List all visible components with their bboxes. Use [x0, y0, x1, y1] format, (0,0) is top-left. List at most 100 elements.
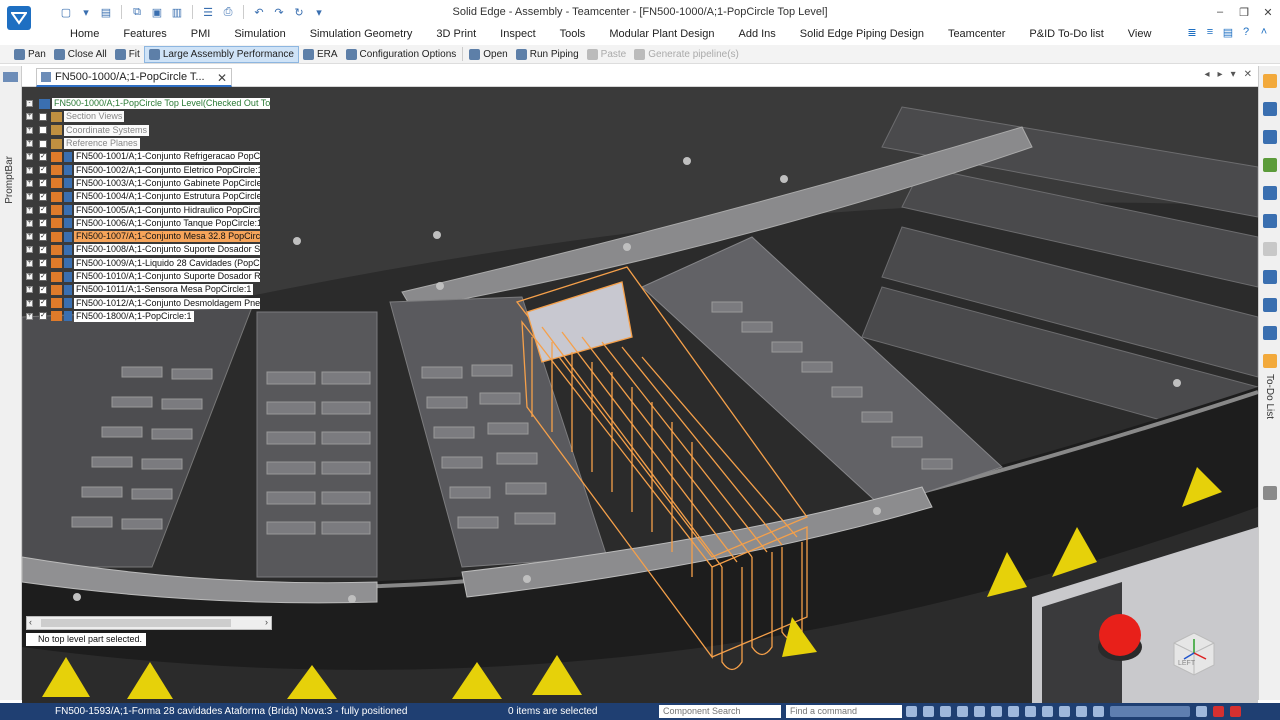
expand-toggle[interactable]: + — [26, 179, 33, 187]
expand-toggle[interactable]: + — [26, 126, 33, 134]
tab-list-icon[interactable]: ▾ — [1231, 69, 1236, 80]
tree-item[interactable]: + ✓ FN500-1011/A;1-Sensora Mesa PopCircle:… — [26, 283, 276, 296]
tree-item[interactable]: + ✓ FN500-1003/A;1-Conjunto Gabinete PopCi… — [26, 177, 276, 190]
expand-toggle[interactable]: + — [26, 233, 33, 241]
zoom-out-icon[interactable] — [1093, 706, 1104, 717]
pan-button[interactable]: Pan — [10, 46, 50, 63]
tab-modular-plant-design[interactable]: Modular Plant Design — [597, 24, 726, 44]
visibility-checkbox[interactable]: ✓ — [39, 206, 47, 215]
tree-item[interactable]: + ✓ FN500-1004/A;1-Conjunto Estrutura PopC… — [26, 190, 276, 203]
document-tab[interactable]: FN500-1000/A;1-PopCircle T... ✕ — [36, 68, 232, 87]
visibility-checkbox[interactable]: ✓ — [39, 259, 47, 268]
piping-panel-icon[interactable] — [1263, 326, 1277, 340]
component-search-input[interactable] — [659, 705, 781, 718]
todo-list-label[interactable]: To-Do List — [1264, 374, 1275, 419]
prompt-bar[interactable]: PromptBar — [0, 66, 22, 700]
tree-item[interactable]: + ✓ FN500-1009/A;1-Liquido 28 Cavidades (P… — [26, 257, 276, 270]
tree-item[interactable]: + ✓ FN500-1002/A;1-Conjunto Eletrico PopCi… — [26, 163, 276, 176]
expand-toggle[interactable]: + — [26, 140, 33, 148]
visibility-checkbox[interactable]: ✓ — [39, 312, 47, 321]
family-icon[interactable] — [1263, 158, 1277, 172]
zoom-icon[interactable] — [940, 706, 951, 717]
zoom-area-icon[interactable] — [923, 706, 934, 717]
close-tab-icon[interactable]: ✕ — [217, 71, 227, 85]
visibility-checkbox[interactable]: ✓ — [39, 285, 47, 294]
tree-item[interactable]: + ✓ FN500-1008/A;1-Conjunto Suporte Dosado… — [26, 243, 276, 256]
help-panel-icon[interactable] — [1263, 130, 1277, 144]
tree-item[interactable]: + ✓ FN500-1800/A;1-PopCircle:1 — [26, 310, 276, 323]
tree-item[interactable]: + ✓ FN500-1006/A;1-Conjunto Tanque PopCirc… — [26, 217, 276, 230]
scroll-thumb[interactable] — [41, 619, 231, 627]
visibility-checkbox[interactable]: ✓ — [39, 219, 47, 228]
tree-item[interactable]: + Reference Planes — [26, 137, 276, 150]
visibility-checkbox[interactable] — [39, 112, 47, 121]
tab-simulation-geometry[interactable]: Simulation Geometry — [298, 24, 425, 44]
expand-toggle[interactable]: + — [26, 113, 33, 121]
tab-inspect[interactable]: Inspect — [488, 24, 547, 44]
layout-alt-icon[interactable]: ≡ — [1204, 26, 1216, 38]
pan-view-icon[interactable] — [974, 706, 985, 717]
view-cube[interactable]: LEFT — [1168, 627, 1218, 677]
properties-icon[interactable] — [1263, 270, 1277, 284]
visibility-checkbox[interactable]: ✓ — [39, 179, 47, 188]
options-icon[interactable]: ▤ — [1222, 26, 1234, 39]
expand-toggle[interactable]: + — [26, 246, 33, 254]
visibility-checkbox[interactable]: ✓ — [39, 299, 47, 308]
tab-pid-todo[interactable]: P&ID To-Do list — [1017, 24, 1115, 44]
expand-toggle[interactable]: + — [26, 166, 33, 174]
display-icon[interactable] — [1042, 706, 1053, 717]
tab-home[interactable]: Home — [58, 24, 111, 44]
zoom-in-icon[interactable] — [1196, 706, 1207, 717]
era-button[interactable]: ERA — [299, 46, 342, 63]
run-piping-button[interactable]: Run Piping — [512, 46, 583, 63]
todo-icon[interactable] — [1263, 354, 1277, 368]
sensor-icon[interactable] — [1263, 214, 1277, 228]
tab-add-ins[interactable]: Add Ins — [726, 24, 787, 44]
expand-toggle[interactable]: + — [26, 153, 33, 161]
generate-pipelines-button[interactable]: Generate pipeline(s) — [630, 46, 743, 63]
collapse-ribbon-icon[interactable]: ˄ — [1258, 26, 1270, 38]
visibility-checkbox[interactable]: ✓ — [39, 152, 47, 161]
minimize-button[interactable]: – — [1208, 0, 1232, 24]
layout-icon[interactable]: ≣ — [1186, 26, 1198, 39]
expand-toggle[interactable]: + — [26, 206, 33, 214]
visibility-checkbox[interactable]: ✓ — [39, 232, 47, 241]
tree-panel-icon[interactable] — [1263, 486, 1277, 500]
tree-root[interactable]: - FN500-1000/A;1-PopCircle Top Level(Che… — [26, 97, 276, 110]
tab-teamcenter[interactable]: Teamcenter — [936, 24, 1017, 44]
visibility-checkbox[interactable]: ✓ — [39, 245, 47, 254]
close-window-button[interactable]: ✕ — [1256, 0, 1280, 24]
tab-simulation[interactable]: Simulation — [222, 24, 297, 44]
link-panel-icon[interactable] — [1263, 242, 1277, 256]
tree-item[interactable]: + ✓ FN500-1007/A;1-Conjunto Mesa 32.8 PopC… — [26, 230, 276, 243]
expand-toggle[interactable]: + — [26, 312, 33, 320]
expand-toggle[interactable]: + — [26, 273, 33, 280]
next-tab-icon[interactable]: ▸ — [1218, 69, 1223, 80]
tab-piping-design[interactable]: Solid Edge Piping Design — [788, 24, 936, 44]
expand-toggle[interactable]: + — [26, 219, 33, 227]
tree-horizontal-scrollbar[interactable]: ‹ › — [26, 616, 272, 630]
scroll-right-icon[interactable]: › — [265, 617, 268, 627]
visibility-checkbox[interactable] — [39, 139, 47, 148]
visibility-checkbox[interactable]: ✓ — [39, 192, 47, 201]
expand-toggle[interactable]: + — [26, 299, 33, 307]
tree-item[interactable]: + ✓ FN500-1012/A;1-Conjunto Desmoldagem Pn… — [26, 296, 276, 309]
layers-icon[interactable] — [1263, 102, 1277, 116]
help-icon[interactable]: ? — [1240, 26, 1252, 38]
expand-toggle[interactable]: + — [26, 193, 33, 201]
fit-button[interactable]: Fit — [111, 46, 144, 63]
tree-item[interactable]: + ✓ FN500-1010/A;1-Conjunto Suporte Dosado… — [26, 270, 276, 283]
expand-toggle[interactable]: + — [26, 286, 33, 294]
settings-panel-icon[interactable] — [1263, 298, 1277, 312]
visibility-checkbox[interactable]: ✓ — [39, 166, 47, 175]
restore-button[interactable]: ❐ — [1232, 0, 1256, 24]
tab-pmi[interactable]: PMI — [179, 24, 223, 44]
paste-button[interactable]: Paste — [583, 46, 631, 63]
tab-features[interactable]: Features — [111, 24, 178, 44]
collapse-toggle[interactable]: - — [26, 100, 33, 108]
zoom-slider-icon[interactable] — [1110, 706, 1190, 717]
rotate-icon[interactable] — [991, 706, 1002, 717]
tree-item[interactable]: + Coordinate Systems — [26, 124, 276, 137]
tree-item[interactable]: + ✓ FN500-1001/A;1-Conjunto Refrigeracao P… — [26, 150, 276, 163]
tab-view[interactable]: View — [1116, 24, 1164, 44]
